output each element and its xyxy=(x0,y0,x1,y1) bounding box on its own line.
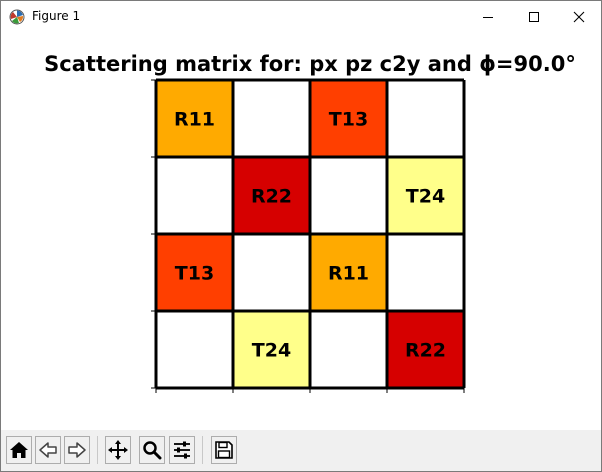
window-title: Figure 1 xyxy=(32,9,81,23)
matrix-cell-0-3 xyxy=(387,80,464,157)
save-button[interactable] xyxy=(211,436,237,464)
zoom-button[interactable] xyxy=(139,436,165,464)
figure-canvas[interactable]: Scattering matrix for: px pz c2y and ϕ=9… xyxy=(1,32,601,430)
cell-label-t13: T13 xyxy=(329,109,368,131)
back-icon xyxy=(39,442,57,458)
scattering-matrix-heatmap: R11 T13 R22 T24 T13 R11 T24 R22 xyxy=(151,78,466,393)
toolbar-separator xyxy=(202,436,203,464)
forward-icon xyxy=(68,442,86,458)
pan-button[interactable] xyxy=(105,436,131,464)
save-icon xyxy=(215,441,233,459)
matrix-cell-3-0 xyxy=(156,311,233,388)
maximize-button[interactable] xyxy=(511,1,557,32)
title-bar[interactable]: Figure 1 xyxy=(1,1,601,32)
matrix-cell-2-1 xyxy=(233,234,310,311)
home-button[interactable] xyxy=(6,436,32,464)
pan-icon xyxy=(108,440,128,460)
cell-label-t24: T24 xyxy=(252,340,291,362)
maximize-icon xyxy=(529,11,539,22)
subplots-icon xyxy=(174,441,190,459)
close-button[interactable] xyxy=(556,1,602,32)
minimize-button[interactable] xyxy=(465,1,511,32)
matrix-cell-1-2 xyxy=(310,157,387,234)
cell-label-t24: T24 xyxy=(406,186,445,208)
cell-label-r11: R11 xyxy=(328,263,369,285)
matrix-cell-3-2 xyxy=(310,311,387,388)
configure-subplots-button[interactable] xyxy=(169,436,195,464)
matrix-cell-2-3 xyxy=(387,234,464,311)
home-icon xyxy=(10,442,28,458)
matrix-cell-0-1 xyxy=(233,80,310,157)
toolbar-separator xyxy=(97,436,98,464)
minimize-icon xyxy=(483,16,493,18)
figure-window: Figure 1 Scattering matrix for: px pz c2… xyxy=(0,0,602,472)
zoom-icon xyxy=(143,441,162,460)
matplotlib-logo-icon xyxy=(9,9,25,25)
cell-label-r22: R22 xyxy=(405,340,446,362)
cell-label-t13: T13 xyxy=(175,263,214,285)
matrix-cell-1-0 xyxy=(156,157,233,234)
navigation-toolbar xyxy=(1,430,601,471)
close-icon xyxy=(573,11,585,22)
cell-label-r22: R22 xyxy=(251,186,292,208)
cell-label-r11: R11 xyxy=(174,109,215,131)
forward-button[interactable] xyxy=(64,436,90,464)
back-button[interactable] xyxy=(35,436,61,464)
